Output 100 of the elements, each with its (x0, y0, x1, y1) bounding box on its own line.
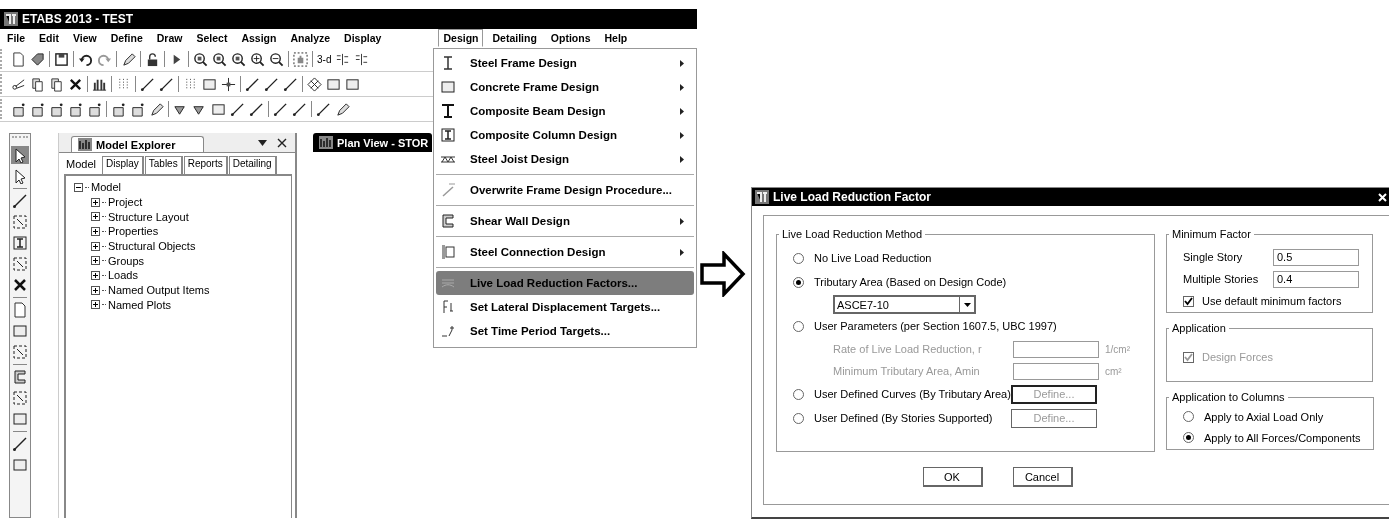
dbox-icon[interactable] (12, 390, 28, 406)
dropdown-field[interactable]: ASCE7-10 (833, 295, 976, 314)
box-icon[interactable] (12, 457, 28, 473)
cross-icon[interactable] (68, 76, 83, 92)
menu-item[interactable]: Detailing (487, 29, 542, 47)
node-icon[interactable] (49, 101, 64, 117)
line-icon[interactable] (249, 101, 264, 117)
menu-item[interactable]: Assign (236, 29, 282, 47)
line-icon[interactable] (12, 436, 28, 452)
menu-item[interactable]: Steel Joist Design (436, 147, 694, 171)
tab[interactable]: Display (101, 156, 144, 174)
box-icon[interactable] (12, 411, 28, 427)
dialog-button[interactable]: Cancel (1012, 467, 1073, 487)
conn-icon[interactable] (440, 244, 456, 260)
zoomin-icon[interactable] (250, 51, 265, 67)
column-icon[interactable] (12, 235, 28, 251)
dots-icon[interactable] (183, 76, 198, 92)
menu-item[interactable]: Define (105, 29, 148, 47)
menu-item[interactable]: Draw (151, 29, 188, 47)
line-icon[interactable] (273, 101, 288, 117)
box-icon[interactable] (12, 323, 28, 339)
diamond-icon[interactable] (307, 76, 322, 92)
copy-icon[interactable] (49, 76, 64, 92)
menu-item[interactable]: Options (545, 29, 596, 47)
collapse-icon[interactable] (74, 182, 83, 192)
menu-item[interactable]: Overwrite Frame Design Procedure... (436, 178, 694, 202)
expand-icon[interactable] (91, 241, 100, 251)
pencil-icon[interactable] (121, 51, 136, 67)
line-icon[interactable] (316, 101, 331, 117)
line-icon[interactable] (245, 76, 260, 92)
radio-option[interactable]: User Defined (By Stories Supported) (793, 412, 1011, 424)
box-icon[interactable] (440, 79, 456, 95)
move-icon[interactable] (221, 76, 236, 92)
menu-item[interactable]: Display (339, 29, 387, 47)
line-icon[interactable] (292, 101, 307, 117)
tbeam-icon[interactable] (440, 103, 456, 119)
save-icon[interactable] (54, 51, 69, 67)
menu-item[interactable]: Edit (34, 29, 64, 47)
line-icon[interactable] (230, 101, 245, 117)
dialog-button[interactable]: OK (922, 467, 983, 487)
copy-icon[interactable] (30, 76, 45, 92)
node-icon[interactable] (11, 101, 26, 117)
expand-icon[interactable] (91, 226, 100, 236)
tab[interactable]: Model (62, 156, 101, 174)
scissors-icon[interactable] (11, 76, 26, 92)
menu-item[interactable]: Shear Wall Design (436, 209, 694, 233)
tree-item[interactable]: Named Output Items (108, 284, 210, 297)
menu-item[interactable]: Live Load Reduction Factors... (436, 271, 694, 295)
dbox-icon[interactable] (12, 344, 28, 360)
menu-item[interactable]: Help (599, 29, 633, 47)
close-icon[interactable] (277, 137, 287, 148)
checkbox[interactable]: Use default minimum factors (1183, 290, 1360, 312)
tree-item[interactable]: Properties (108, 225, 159, 238)
menu-item[interactable]: Concrete Frame Design (436, 75, 694, 99)
radio-option[interactable]: User Parameters (per Section 1607.5, UBC 1997) (793, 320, 1142, 332)
tab[interactable]: Tables (144, 156, 183, 174)
radio-option[interactable]: Tributary Area (Based on Design Code) (793, 276, 1142, 288)
menu-item[interactable]: Select (191, 29, 233, 47)
box-icon[interactable] (345, 76, 360, 92)
dots-icon[interactable] (116, 76, 131, 92)
tag-icon[interactable] (30, 51, 45, 67)
line-icon[interactable] (12, 193, 28, 209)
cross-icon[interactable] (12, 277, 28, 293)
node-icon[interactable] (130, 101, 145, 117)
radio-option[interactable]: Apply to Axial Load Only (1183, 406, 1361, 427)
dbox-icon[interactable] (12, 214, 28, 230)
input-field[interactable]: 0.4 (1273, 270, 1359, 288)
pointer-icon[interactable] (12, 147, 28, 163)
menu-item[interactable]: File (2, 29, 31, 47)
node-icon[interactable] (30, 101, 45, 117)
lock-icon[interactable] (145, 51, 160, 67)
expand-icon[interactable] (91, 197, 100, 207)
expand-icon[interactable] (91, 270, 100, 280)
tree-item[interactable]: Structure Layout (108, 210, 189, 223)
cshape-icon[interactable] (12, 369, 28, 385)
expand-icon[interactable] (91, 285, 100, 295)
node-icon[interactable] (111, 101, 126, 117)
radio-option[interactable]: Apply to All Forces/Components (1183, 427, 1361, 448)
zoomout-icon[interactable] (269, 51, 284, 67)
radio-option[interactable]: User Defined Curves (By Tributary Area) (793, 388, 1011, 400)
zoom-icon[interactable] (231, 51, 246, 67)
dbox-icon[interactable] (12, 256, 28, 272)
menu-item[interactable]: Composite Beam Design (436, 99, 694, 123)
menu-item[interactable]: Composite Column Design (436, 123, 694, 147)
input-field[interactable] (1013, 362, 1099, 380)
box-icon[interactable] (211, 101, 226, 117)
expand-icon[interactable] (91, 300, 100, 310)
expand-icon[interactable] (91, 256, 100, 266)
tree-item[interactable]: Named Plots (108, 298, 171, 311)
line-icon[interactable] (159, 76, 174, 92)
diag-icon[interactable] (440, 182, 456, 198)
view-3d-button[interactable]: 3-d (317, 53, 332, 65)
pencil-icon[interactable] (149, 101, 164, 117)
menu-item[interactable]: Design (438, 29, 484, 47)
tree-item[interactable]: Groups (108, 254, 145, 267)
menu-item[interactable]: Steel Connection Design (436, 240, 694, 264)
tab[interactable]: Detailing (228, 156, 277, 174)
zoom-icon[interactable] (212, 51, 227, 67)
cshape-icon[interactable] (440, 213, 456, 229)
radio-option[interactable]: No Live Load Reduction (793, 252, 1142, 264)
